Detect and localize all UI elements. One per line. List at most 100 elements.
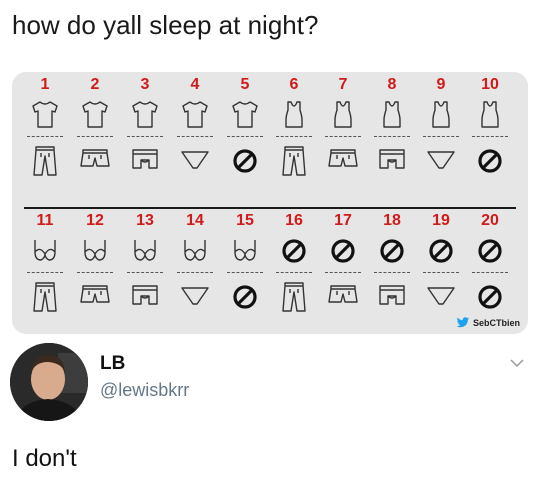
no-top-icon <box>282 239 306 263</box>
boxers-icon <box>379 285 405 305</box>
option-5: 5 <box>223 74 267 194</box>
option-number: 7 <box>338 76 348 93</box>
option-8: 8 <box>370 74 414 194</box>
option-number: 2 <box>90 76 100 93</box>
chevron-down-icon[interactable] <box>510 358 524 368</box>
option-number: 10 <box>481 76 499 93</box>
pants-icon <box>33 146 57 176</box>
option-15: 15 <box>223 210 267 330</box>
tshirt-icon <box>182 101 208 128</box>
option-number: 5 <box>240 76 250 93</box>
tanktop-icon <box>334 101 352 128</box>
tshirt-icon <box>82 101 108 128</box>
shorts-icon <box>80 149 110 167</box>
separator <box>325 272 361 273</box>
option-1: 1 <box>23 74 67 194</box>
option-13: 13 <box>123 210 167 330</box>
bra-icon <box>84 240 106 261</box>
separator <box>177 136 213 137</box>
pants-icon <box>282 282 306 312</box>
post-heading: how do yall sleep at night? <box>12 10 319 40</box>
bra-icon <box>134 240 156 261</box>
no-top-icon <box>429 239 453 263</box>
option-number: 17 <box>334 212 352 229</box>
separator <box>77 136 113 137</box>
no-top-icon <box>331 239 355 263</box>
bra-icon <box>234 240 256 261</box>
option-3: 3 <box>123 74 167 194</box>
separator <box>127 272 163 273</box>
separator <box>374 272 410 273</box>
no-bottom-icon <box>478 149 502 173</box>
no-bottom-icon <box>478 285 502 309</box>
separator <box>227 136 263 137</box>
separator <box>127 136 163 137</box>
separator <box>27 272 63 273</box>
option-9: 9 <box>419 74 463 194</box>
separator <box>177 272 213 273</box>
option-2: 2 <box>73 74 117 194</box>
separator <box>27 136 63 137</box>
separator <box>227 272 263 273</box>
shorts-icon <box>80 285 110 303</box>
option-6: 6 <box>272 74 316 194</box>
option-11: 11 <box>23 210 67 330</box>
option-4: 4 <box>173 74 217 194</box>
briefs-icon <box>427 287 455 305</box>
option-number: 11 <box>36 212 54 229</box>
boxers-icon <box>132 285 158 305</box>
no-top-icon <box>380 239 404 263</box>
tanktop-icon <box>285 101 303 128</box>
tanktop-icon <box>383 101 401 128</box>
separator <box>423 272 459 273</box>
separator <box>374 136 410 137</box>
option-20: 20 <box>468 210 512 330</box>
option-number: 1 <box>40 76 50 93</box>
briefs-icon <box>181 151 209 169</box>
option-number: 15 <box>236 212 254 229</box>
tshirt-icon <box>132 101 158 128</box>
reply-handle[interactable]: @lewisbkrr <box>100 380 189 401</box>
option-number: 3 <box>140 76 150 93</box>
reply-text: I don't <box>12 445 77 472</box>
option-number: 16 <box>285 212 303 229</box>
option-19: 19 <box>419 210 463 330</box>
option-18: 18 <box>370 210 414 330</box>
option-number: 14 <box>186 212 204 229</box>
no-bottom-icon <box>233 285 257 309</box>
boxers-icon <box>379 149 405 169</box>
profile-photo <box>10 343 88 421</box>
tshirt-icon <box>32 101 58 128</box>
option-number: 4 <box>190 76 200 93</box>
option-number: 12 <box>86 212 104 229</box>
bra-icon <box>184 240 206 261</box>
separator <box>77 272 113 273</box>
option-14: 14 <box>173 210 217 330</box>
option-number: 13 <box>136 212 154 229</box>
separator <box>325 136 361 137</box>
avatar[interactable] <box>10 343 88 421</box>
row-divider <box>24 207 516 209</box>
sleepwear-chart: SebCTbien 1 2 3 4 5 6 7 8 9 10 11 12 13 14 15 16 17 18 19 2… <box>12 72 528 334</box>
pants-icon <box>282 146 306 176</box>
reply-display-name[interactable]: LB <box>100 353 125 375</box>
separator <box>276 272 312 273</box>
option-number: 9 <box>436 76 446 93</box>
separator <box>472 136 508 137</box>
no-bottom-icon <box>233 149 257 173</box>
option-12: 12 <box>73 210 117 330</box>
option-17: 17 <box>321 210 365 330</box>
tanktop-icon <box>432 101 450 128</box>
option-number: 6 <box>289 76 299 93</box>
tanktop-icon <box>481 101 499 128</box>
option-7: 7 <box>321 74 365 194</box>
option-number: 18 <box>383 212 401 229</box>
option-16: 16 <box>272 210 316 330</box>
pants-icon <box>33 282 57 312</box>
tshirt-icon <box>232 101 258 128</box>
separator <box>276 136 312 137</box>
option-number: 20 <box>481 212 499 229</box>
briefs-icon <box>427 151 455 169</box>
option-number: 8 <box>387 76 397 93</box>
option-10: 10 <box>468 74 512 194</box>
